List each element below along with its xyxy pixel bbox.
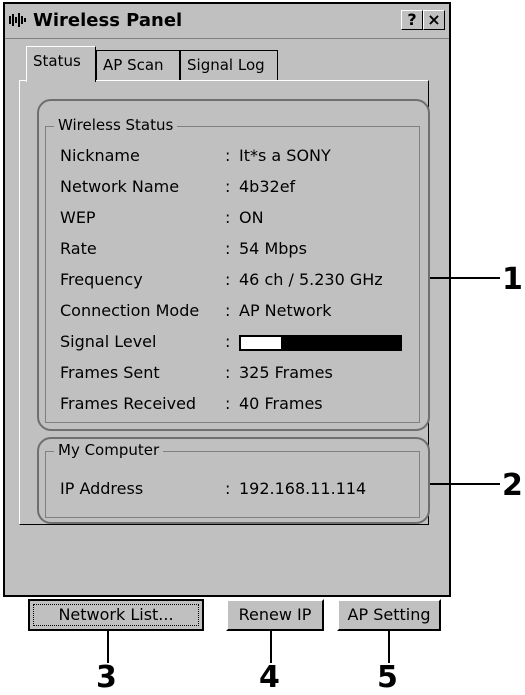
signal-level-fill: [241, 337, 281, 349]
callout-line-3: [107, 631, 109, 663]
colon: :: [225, 146, 231, 165]
nickname-value: It*s a SONY: [239, 146, 331, 165]
rate-label: Rate: [60, 239, 97, 258]
signal-level-bar: [239, 335, 402, 351]
frames-received-value: 40 Frames: [239, 394, 323, 413]
rate-value: 54 Mbps: [239, 239, 307, 258]
network-list-label: Network List...: [58, 605, 174, 624]
tab-status[interactable]: Status: [26, 46, 96, 82]
colon: :: [225, 332, 231, 351]
callout-number-3: 3: [96, 660, 117, 695]
frames-sent-value: 325 Frames: [239, 363, 333, 382]
tab-signal-log[interactable]: Signal Log: [180, 50, 278, 80]
callout-line-2: [430, 483, 500, 485]
callout-line-1: [430, 277, 500, 279]
colon: :: [225, 394, 231, 413]
my-computer-group: My Computer IP Address : 192.168.11.114: [45, 441, 420, 518]
callout-number-2: 2: [502, 468, 523, 503]
callout-number-4: 4: [259, 660, 280, 695]
ap-setting-button[interactable]: AP Setting: [337, 599, 441, 631]
frequency-value: 46 ch / 5.230 GHz: [239, 270, 383, 289]
signal-level-label: Signal Level: [60, 332, 157, 351]
nickname-label: Nickname: [60, 146, 140, 165]
ip-address-value: 192.168.11.114: [239, 479, 367, 498]
colon: :: [225, 270, 231, 289]
renew-ip-button[interactable]: Renew IP: [226, 599, 324, 631]
callout-line-5: [388, 631, 390, 663]
colon: :: [225, 301, 231, 320]
frequency-label: Frequency: [60, 270, 143, 289]
colon: :: [225, 239, 231, 258]
network-name-label: Network Name: [60, 177, 180, 196]
callout-number-1: 1: [502, 262, 523, 297]
wep-value: ON: [239, 208, 264, 227]
connection-mode-label: Connection Mode: [60, 301, 200, 320]
network-name-value: 4b32ef: [239, 177, 296, 196]
callout-number-5: 5: [377, 660, 398, 695]
frames-received-label: Frames Received: [60, 394, 197, 413]
window-title: Wireless Panel: [33, 10, 183, 31]
colon: :: [225, 363, 231, 382]
network-list-button[interactable]: Network List...: [28, 599, 204, 631]
wep-label: WEP: [60, 208, 96, 227]
tab-ap-scan[interactable]: AP Scan: [96, 50, 180, 80]
callout-line-4: [270, 631, 272, 663]
colon: :: [225, 479, 231, 498]
ip-address-label: IP Address: [60, 479, 144, 498]
wireless-status-title: Wireless Status: [54, 116, 178, 134]
wireless-app-icon: [9, 13, 26, 27]
title-bar[interactable]: Wireless Panel ? ×: [5, 4, 449, 39]
connection-mode-value: AP Network: [239, 301, 332, 320]
help-button[interactable]: ?: [401, 10, 423, 30]
close-button[interactable]: ×: [423, 10, 445, 30]
colon: :: [225, 208, 231, 227]
colon: :: [225, 177, 231, 196]
frames-sent-label: Frames Sent: [60, 363, 160, 382]
wireless-status-group: Wireless Status Nickname : It*s a SONY N…: [45, 116, 420, 423]
my-computer-title: My Computer: [54, 441, 164, 459]
